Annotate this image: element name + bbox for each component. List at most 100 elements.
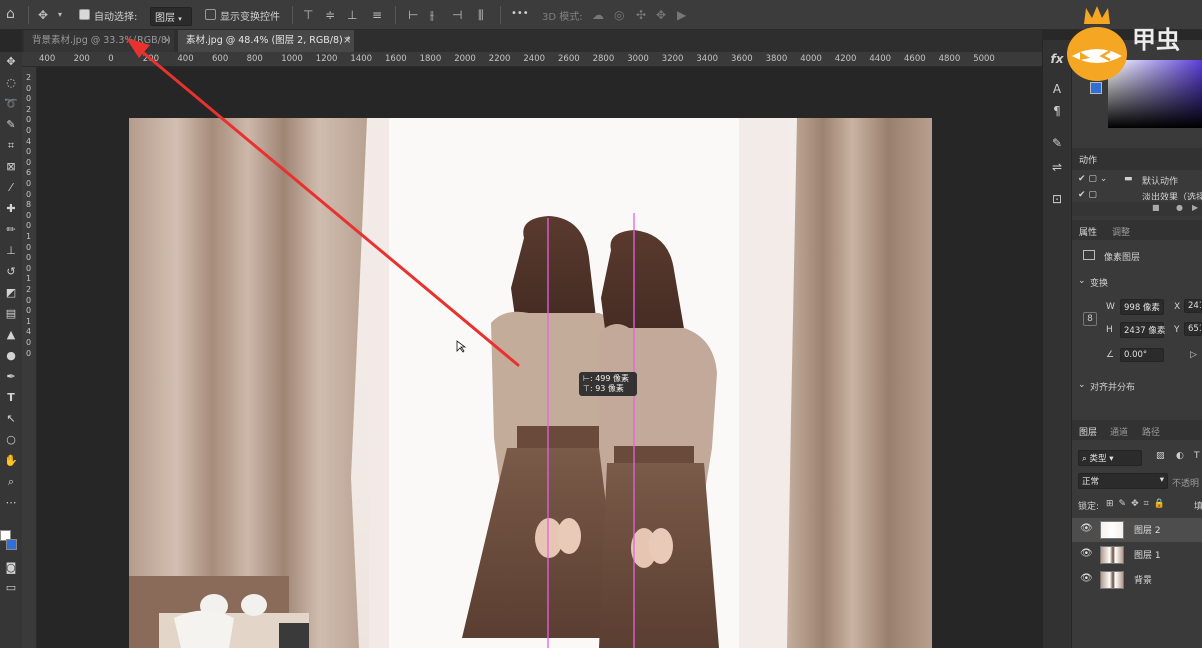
image-filter-icon[interactable]: ▨ bbox=[1156, 451, 1165, 461]
character-icon[interactable]: A bbox=[1043, 82, 1071, 96]
home-icon[interactable]: ⌂ bbox=[6, 7, 15, 21]
tab-background-material[interactable]: 背景素材.jpg @ 33.3%(RGB/8) bbox=[24, 30, 174, 52]
tab-actions[interactable]: 动作 bbox=[1079, 153, 1097, 166]
gradient-tool-icon[interactable]: ▤ bbox=[0, 304, 22, 324]
chevron-down-icon: ▾ bbox=[1109, 454, 1114, 464]
3d-slide-icon[interactable]: ✥ bbox=[656, 8, 666, 22]
ruler-tick-label: 3600 bbox=[731, 54, 753, 64]
dodge-tool-icon[interactable]: ● bbox=[0, 346, 22, 366]
tab-layers[interactable]: 图层 bbox=[1079, 425, 1097, 438]
frame-tool-icon[interactable]: ⊠ bbox=[0, 157, 22, 177]
checkmark-icon[interactable]: ✔ ▢ ⌄ bbox=[1078, 174, 1107, 184]
tab-paths[interactable]: 路径 bbox=[1142, 425, 1160, 438]
checkmark-icon[interactable]: ✔ ▢ bbox=[1078, 190, 1097, 200]
link-icon[interactable]: 8 bbox=[1083, 312, 1097, 326]
align-vcenter-icon[interactable]: ≑ bbox=[325, 8, 335, 22]
angle-field[interactable]: 0.00° bbox=[1120, 348, 1164, 362]
brush-settings-icon[interactable]: ✎ bbox=[1043, 136, 1071, 150]
chevron-down-icon[interactable]: ⌄ bbox=[1078, 380, 1086, 390]
marquee-tool-icon[interactable]: ◌ bbox=[0, 73, 22, 93]
more-tools-icon[interactable]: ⋯ bbox=[0, 493, 22, 513]
height-field[interactable]: 2437 像素 bbox=[1120, 322, 1165, 338]
path-select-icon[interactable]: ↖ bbox=[0, 409, 22, 429]
ruler-tick-label: 1200 bbox=[315, 54, 338, 64]
eye-icon[interactable]: 👁 bbox=[1080, 548, 1093, 559]
auto-select-checkbox[interactable] bbox=[79, 9, 90, 20]
document-image[interactable] bbox=[129, 118, 932, 648]
distribute-icon[interactable]: ≡ bbox=[372, 8, 382, 22]
align-hcenter-icon[interactable]: ⫲ bbox=[430, 8, 434, 22]
ruler-tick-label: 1 bbox=[26, 316, 32, 326]
eye-icon[interactable]: 👁 bbox=[1080, 573, 1093, 584]
screen-mode-icon[interactable]: ▭ bbox=[0, 578, 22, 598]
ruler-tick-label: 4 bbox=[26, 136, 32, 146]
layer-row[interactable]: 👁 图层 2 bbox=[1072, 518, 1202, 542]
action-fade-effect[interactable]: 淡出效果（选择 bbox=[1142, 190, 1202, 200]
tab-adjustments[interactable]: 调整 bbox=[1112, 225, 1130, 238]
hand-tool-icon[interactable]: ✋ bbox=[0, 451, 22, 471]
layer-row[interactable]: 👁 图层 1 bbox=[1072, 543, 1202, 567]
x-field[interactable]: 241 bbox=[1184, 299, 1202, 313]
move-tool-icon[interactable]: ✥ bbox=[38, 8, 48, 22]
tab-material[interactable]: 素材.jpg @ 48.4% (图层 2, RGB/8) * bbox=[178, 30, 354, 52]
foreground-color-swatch[interactable] bbox=[1090, 82, 1102, 94]
auto-select-dropdown[interactable]: 图层 ▾ bbox=[150, 7, 192, 26]
paragraph-icon[interactable]: ¶ bbox=[1043, 104, 1071, 118]
transform-section-label[interactable]: 变换 bbox=[1090, 276, 1108, 289]
align-distribute-label[interactable]: 对齐并分布 bbox=[1090, 380, 1135, 393]
zoom-tool-icon[interactable]: ⌕ bbox=[0, 472, 22, 492]
align-top-icon[interactable]: ⊤ bbox=[303, 8, 313, 22]
align-right-icon[interactable]: ⊣ bbox=[452, 8, 462, 22]
crop-tool-icon[interactable]: ⌗ bbox=[0, 136, 22, 156]
tab-channels[interactable]: 通道 bbox=[1110, 425, 1128, 438]
brush-tool-icon[interactable]: ✏ bbox=[0, 220, 22, 240]
blur-tool-icon[interactable]: ▲ bbox=[0, 325, 22, 345]
eraser-tool-icon[interactable]: ◩ bbox=[0, 283, 22, 303]
lasso-tool-icon[interactable]: ➰ bbox=[0, 94, 22, 114]
layer-row[interactable]: 👁 背景 bbox=[1072, 568, 1202, 592]
background-color-swatch[interactable] bbox=[6, 539, 17, 550]
close-icon[interactable]: × bbox=[163, 35, 171, 46]
pen-tool-icon[interactable]: ✒ bbox=[0, 367, 22, 387]
eye-icon[interactable]: 👁 bbox=[1080, 523, 1093, 534]
distribute-h-icon[interactable]: ⫼ bbox=[478, 8, 484, 22]
blend-mode-dropdown[interactable]: 正常 ▾ bbox=[1078, 473, 1168, 489]
ruler-tick-label: 0 bbox=[26, 189, 32, 199]
clone-source-icon[interactable]: ⊡ bbox=[1043, 192, 1071, 206]
stamp-tool-icon[interactable]: ⊥ bbox=[0, 241, 22, 261]
chevron-down-icon[interactable]: ⌄ bbox=[1078, 276, 1086, 286]
3d-roll-icon[interactable]: ◎ bbox=[614, 8, 624, 22]
flip-icon[interactable]: ▷ bbox=[1190, 350, 1197, 360]
type-filter-icon[interactable]: T bbox=[1194, 451, 1200, 461]
lock-icons[interactable]: ⊞✎✥⌗🔒 bbox=[1106, 499, 1170, 509]
width-field[interactable]: 998 像素 bbox=[1120, 299, 1164, 315]
history-brush-icon[interactable]: ↺ bbox=[0, 262, 22, 282]
layer-filter-dropdown[interactable]: ⌕ 类型 ▾ bbox=[1078, 450, 1142, 466]
healing-brush-icon[interactable]: ✚ bbox=[0, 199, 22, 219]
stop-icon[interactable]: ■ bbox=[1152, 203, 1160, 212]
right-panel: 动作 ✔ ▢ ⌄ ▬ 默认动作 ✔ ▢ 淡出效果（选择 ■ ● ▶ 属性 调整 … bbox=[1072, 40, 1202, 648]
record-icon[interactable]: ● bbox=[1176, 203, 1183, 212]
ellipse-tool-icon[interactable]: ○ bbox=[0, 430, 22, 450]
align-bottom-icon[interactable]: ⊥ bbox=[347, 8, 357, 22]
more-options-button[interactable]: ••• bbox=[511, 8, 529, 19]
layer-thumbnail bbox=[1100, 521, 1124, 539]
3d-pan-icon[interactable]: ✣ bbox=[636, 8, 646, 22]
eyedropper-tool-icon[interactable]: ⁄ bbox=[0, 178, 22, 198]
align-left-icon[interactable]: ⊢ bbox=[408, 8, 418, 22]
3d-camera-icon[interactable]: ▶ bbox=[677, 8, 686, 22]
adjustment-filter-icon[interactable]: ◐ bbox=[1176, 451, 1184, 461]
close-icon[interactable]: × bbox=[343, 35, 351, 46]
play-icon[interactable]: ▶ bbox=[1192, 203, 1198, 212]
quick-select-tool-icon[interactable]: ✎ bbox=[0, 115, 22, 135]
quick-mask-icon[interactable]: ◙ bbox=[0, 558, 22, 578]
show-transform-checkbox[interactable] bbox=[205, 9, 216, 20]
move-tool-icon[interactable]: ✥ bbox=[0, 52, 22, 72]
3d-orbit-icon[interactable]: ☁ bbox=[592, 8, 604, 22]
chevron-down-icon[interactable]: ▾ bbox=[58, 8, 62, 22]
y-field[interactable]: 651 bbox=[1184, 322, 1202, 336]
action-set-default[interactable]: 默认动作 bbox=[1142, 174, 1178, 187]
type-tool-icon[interactable]: T bbox=[0, 388, 22, 408]
tab-properties[interactable]: 属性 bbox=[1079, 225, 1097, 238]
adjustments-icon[interactable]: ⇌ bbox=[1043, 160, 1071, 174]
